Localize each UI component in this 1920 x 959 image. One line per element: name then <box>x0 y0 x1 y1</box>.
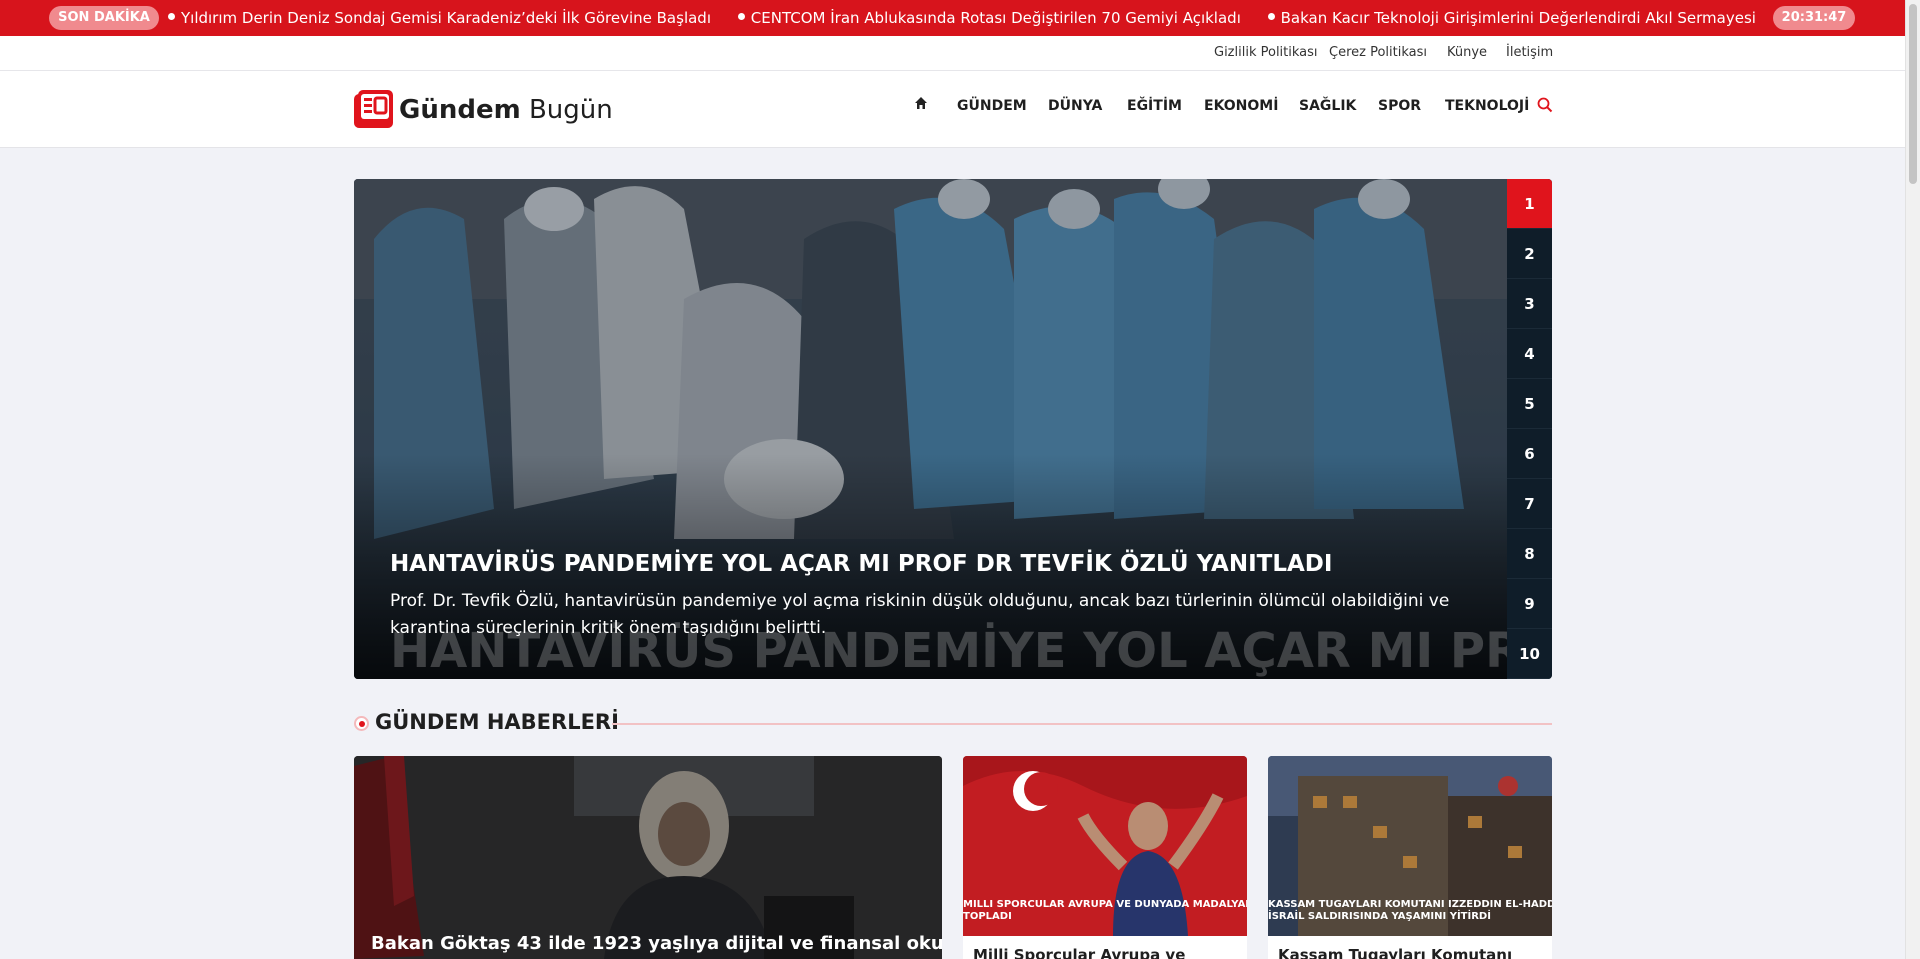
bullet-icon <box>737 13 745 20</box>
nav-teknoloji[interactable]: TEKNOLOJİ <box>1445 98 1529 114</box>
nav-gundem[interactable]: GÜNDEM <box>957 98 1027 114</box>
nav-saglik[interactable]: SAĞLIK <box>1299 98 1356 114</box>
news-card-title[interactable]: Kassam Tugayları Komutanı <box>1278 946 1512 959</box>
live-clock: 20:31:47 <box>1773 6 1855 30</box>
nav-egitim[interactable]: EĞİTİM <box>1127 98 1182 114</box>
slider-page-9[interactable]: 9 <box>1507 579 1552 629</box>
utility-bar: Gizlilik Politikası Çerez Politikası Kün… <box>0 36 1905 71</box>
news-card-overlay: MİLLİ SPORCULAR AVRUPA VE DÜNYADA MADALY… <box>963 899 1247 922</box>
page-scrollbar[interactable] <box>1905 0 1920 959</box>
search-icon[interactable] <box>1537 97 1553 113</box>
slider-headline-watermark: HANTAVİRÜS PANDEMİYE YOL AÇAR MI PROF DR <box>390 623 1552 679</box>
ticker-item[interactable]: Bakan Kacır Teknoloji Girişimlerini Değe… <box>1267 0 1758 36</box>
news-card[interactable]: KASSAM TUGAYLARI KOMUTANI İZZEDDİN EL-HA… <box>1268 756 1552 959</box>
news-card[interactable]: MİLLİ SPORCULAR AVRUPA VE DÜNYADA MADALY… <box>963 756 1247 959</box>
bullet-icon <box>168 13 175 20</box>
cookie-policy-link[interactable]: Çerez Politikası <box>1329 45 1427 60</box>
nav-spor[interactable]: SPOR <box>1378 98 1421 114</box>
newspaper-logo-icon <box>354 90 393 128</box>
slider-pager: 1 2 3 4 5 6 7 8 9 10 <box>1507 179 1552 679</box>
section-title: GÜNDEM HABERLERİ <box>375 710 619 734</box>
scrollbar-thumb[interactable] <box>1909 4 1917 184</box>
slider-page-2[interactable]: 2 <box>1507 229 1552 279</box>
imprint-link[interactable]: Künye <box>1447 45 1487 60</box>
headline-slider[interactable]: HANTAVİRÜS PANDEMİYE YOL AÇAR MI PROF DR… <box>354 179 1552 679</box>
slider-headline[interactable]: HANTAVİRÜS PANDEMİYE YOL AÇAR MI PROF DR… <box>390 551 1332 577</box>
ticker-item[interactable]: CENTCOM İran Ablukasında Rotası Değiştir… <box>737 0 1241 36</box>
slider-page-1[interactable]: 1 <box>1507 179 1552 229</box>
privacy-policy-link[interactable]: Gizlilik Politikası <box>1214 45 1318 60</box>
slider-page-6[interactable]: 6 <box>1507 429 1552 479</box>
section-heading: GÜNDEM HABERLERİ <box>354 707 1552 739</box>
nav-ekonomi[interactable]: EKONOMİ <box>1204 98 1278 114</box>
nav-dunya[interactable]: DÜNYA <box>1048 98 1102 114</box>
home-icon[interactable] <box>914 96 928 110</box>
news-card-photo <box>354 756 942 959</box>
section-bullet-icon <box>354 716 369 731</box>
contact-link[interactable]: İletişim <box>1506 45 1553 60</box>
slider-page-7[interactable]: 7 <box>1507 479 1552 529</box>
site-header: Gündem Bugün GÜNDEM DÜNYA EĞİTİM EKONOMİ… <box>0 71 1905 148</box>
site-logo-text: Gündem Bugün <box>399 95 613 125</box>
breaking-news-badge: SON DAKİKA <box>49 6 159 30</box>
news-card-featured[interactable]: Bakan Göktaş 43 ilde 1923 yaşlıya dijita… <box>354 756 942 959</box>
slider-page-10[interactable]: 10 <box>1507 629 1552 679</box>
slider-page-4[interactable]: 4 <box>1507 329 1552 379</box>
news-card-overlay: KASSAM TUGAYLARI KOMUTANI İZZEDDİN EL-HA… <box>1268 899 1552 922</box>
ticker-item[interactable]: Yıldırım Derin Deniz Sondaj Gemisi Karad… <box>168 0 711 36</box>
bullet-icon <box>1267 13 1275 20</box>
section-divider <box>612 723 1552 725</box>
site-logo[interactable]: Gündem Bugün <box>353 87 613 131</box>
breaking-news-ticker: SON DAKİKA Yıldırım Derin Deniz Sondaj G… <box>0 0 1905 36</box>
ticker-track: Yıldırım Derin Deniz Sondaj Gemisi Karad… <box>168 0 1758 36</box>
news-card-title[interactable]: Milli Sporcular Avrupa ve <box>973 946 1185 959</box>
slider-page-3[interactable]: 3 <box>1507 279 1552 329</box>
slider-page-8[interactable]: 8 <box>1507 529 1552 579</box>
news-card-title[interactable]: Bakan Göktaş 43 ilde 1923 yaşlıya dijita… <box>371 933 942 954</box>
slider-page-5[interactable]: 5 <box>1507 379 1552 429</box>
